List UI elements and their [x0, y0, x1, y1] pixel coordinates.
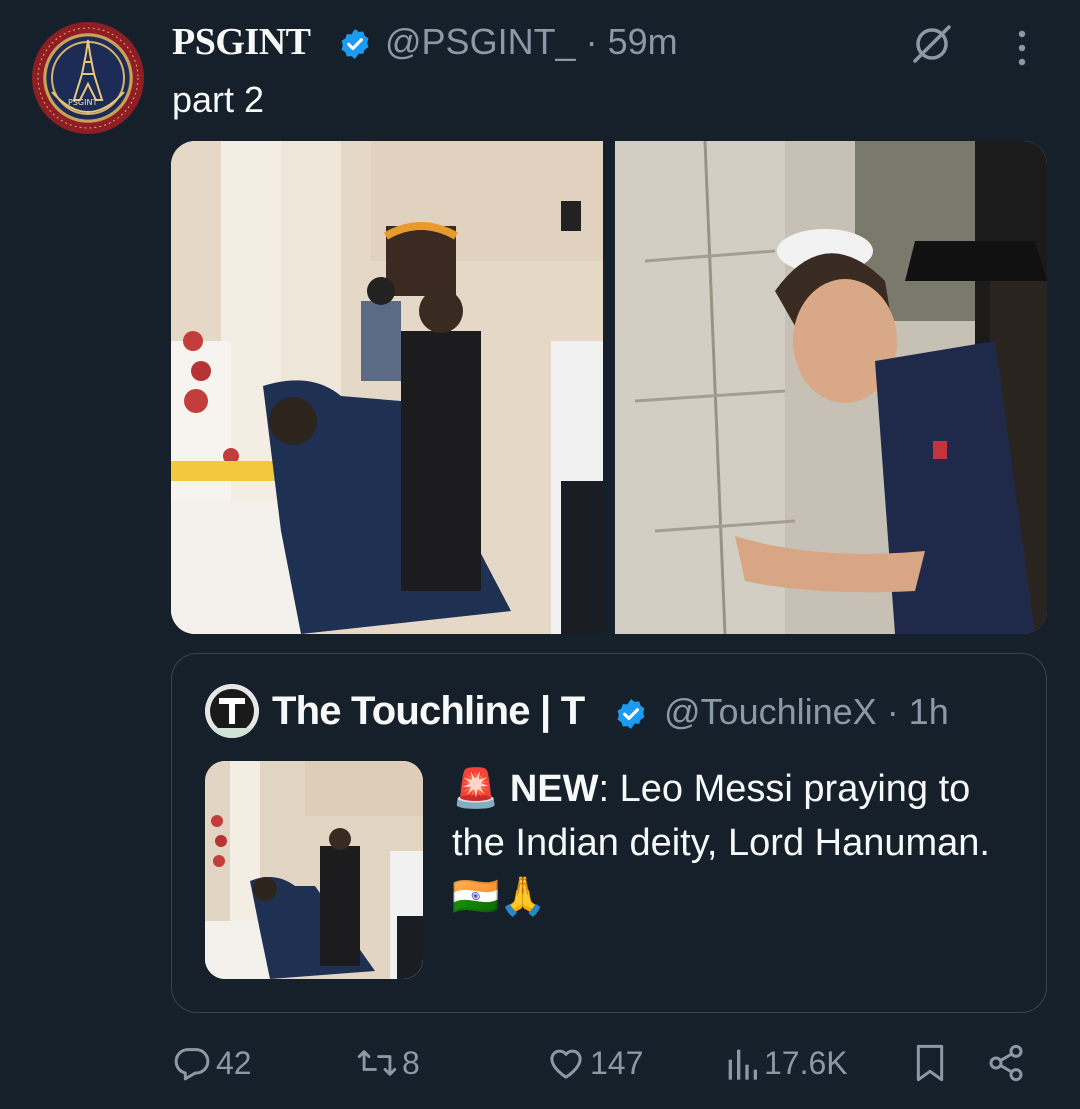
- author-name[interactable]: PSGINT: [172, 20, 311, 64]
- views-button[interactable]: 17.6K: [724, 1040, 848, 1086]
- views-icon: [728, 1049, 757, 1080]
- quoted-media-thumbnail: [205, 761, 423, 979]
- handle-text: @PSGINT_: [385, 21, 576, 62]
- quoted-text-bold: NEW: [509, 768, 599, 810]
- touchline-logo-icon: [205, 684, 259, 738]
- reply-count: 42: [216, 1044, 252, 1081]
- verified-badge-icon: [341, 29, 369, 59]
- post-time[interactable]: · 59m: [586, 21, 678, 62]
- quoted-author-handle: @TouchlineX · 1h: [664, 690, 949, 734]
- reply-icon: [174, 1048, 210, 1081]
- quoted-author-avatar: [205, 684, 259, 738]
- more-icon[interactable]: [1010, 28, 1034, 68]
- verified-badge-icon: [617, 699, 645, 729]
- reply-button[interactable]: 42: [172, 1040, 252, 1086]
- photo-western-wall-prayer[interactable]: [615, 141, 1047, 634]
- quoted-tweet-text: 🚨 NEW: Leo Messi praying to the Indian d…: [452, 762, 1032, 924]
- quoted-handle-text: @TouchlineX: [664, 691, 877, 732]
- quoted-post-time: · 1h: [886, 691, 949, 732]
- like-button[interactable]: 147: [546, 1040, 643, 1086]
- pray-emoji: 🙏: [499, 876, 547, 918]
- photo-temple-prayer[interactable]: [171, 141, 603, 634]
- quoted-author-name: The Touchline | T: [272, 689, 585, 733]
- like-icon: [550, 1049, 582, 1079]
- eiffel-tower-logo: [37, 27, 139, 129]
- bookmark-button[interactable]: [912, 1040, 948, 1086]
- repost-count: 8: [402, 1044, 420, 1081]
- share-icon: [989, 1044, 1023, 1082]
- media-grid: [171, 141, 1047, 634]
- india-flag-emoji: 🇮🇳: [452, 876, 500, 918]
- repost-icon: [357, 1050, 397, 1076]
- siren-emoji: 🚨: [452, 768, 500, 810]
- repost-button[interactable]: 8: [356, 1040, 420, 1086]
- avatar-label: PSGINT: [68, 98, 98, 107]
- share-button[interactable]: [986, 1040, 1026, 1086]
- view-count: 17.6K: [764, 1044, 848, 1081]
- author-avatar[interactable]: PSGINT: [32, 22, 144, 134]
- author-handle[interactable]: @PSGINT_ · 59m: [385, 22, 678, 62]
- grok-icon[interactable]: [908, 20, 956, 68]
- tweet-text: part 2: [172, 79, 265, 120]
- like-count: 147: [590, 1044, 644, 1081]
- bookmark-icon: [916, 1044, 944, 1082]
